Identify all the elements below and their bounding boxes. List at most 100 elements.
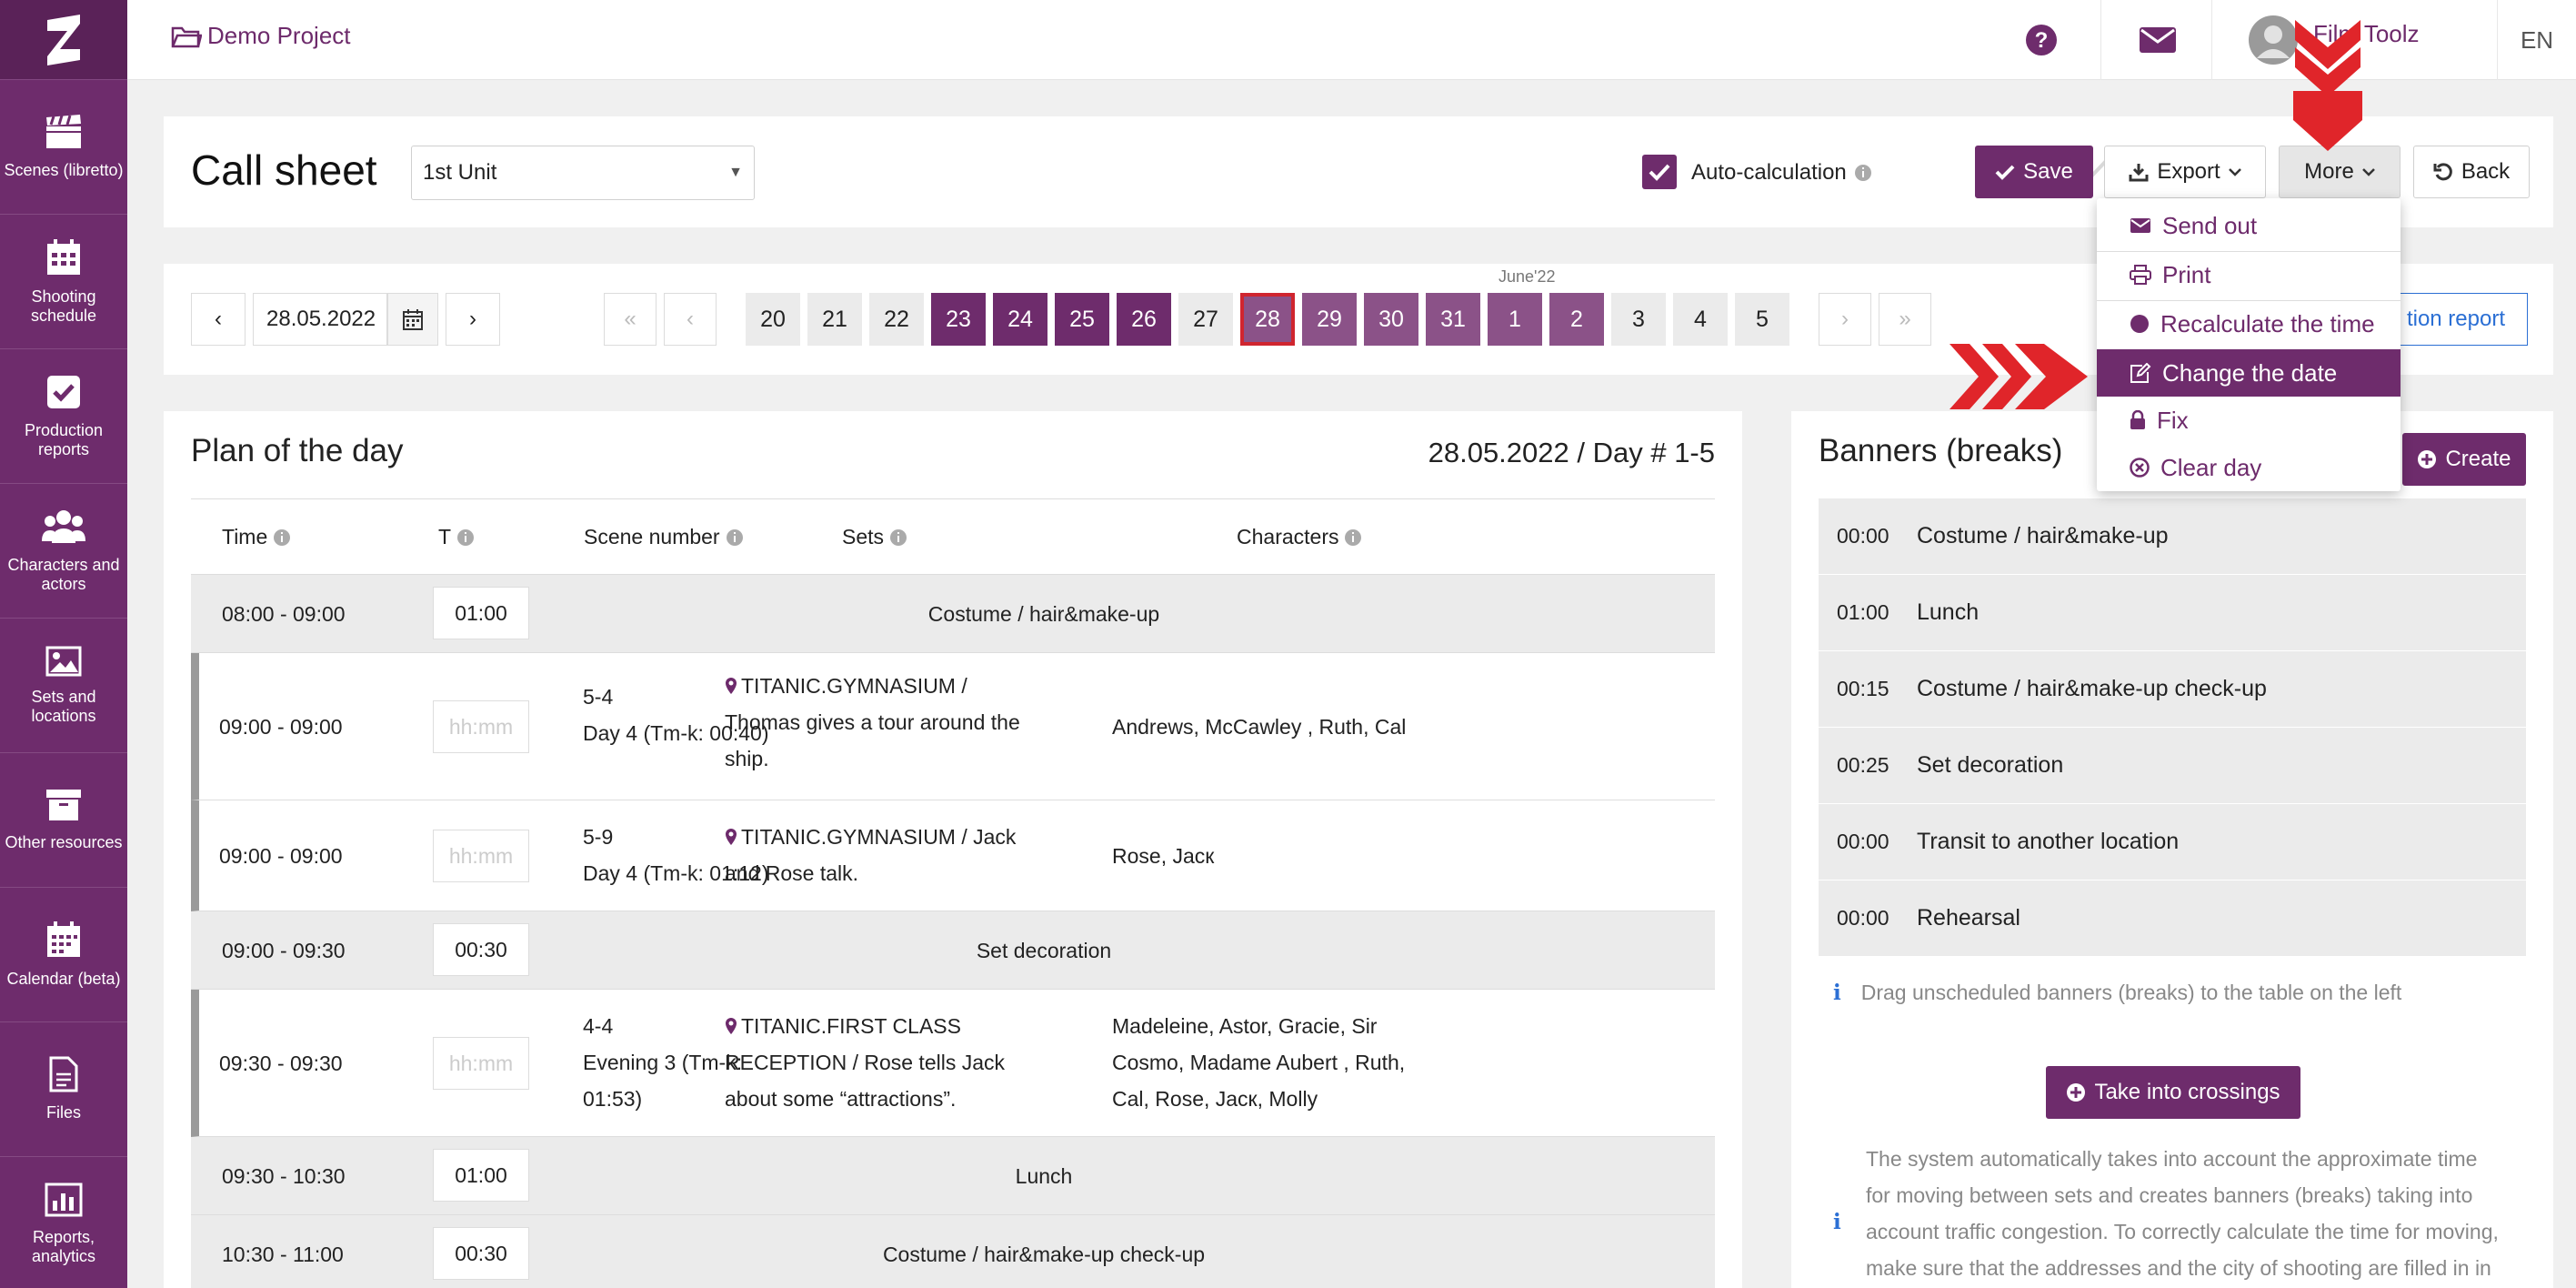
info-i-icon: i (1833, 981, 1841, 1005)
day-23[interactable]: 23 (931, 293, 986, 346)
check-icon (1649, 164, 1670, 181)
scene-number-link[interactable]: 5-9 (583, 819, 613, 855)
table-row-scene[interactable]: 09:00 - 09:00 hh:mm 5-9 Day 4 (Tm-k: 01:… (191, 800, 1715, 911)
info-icon[interactable] (273, 528, 291, 547)
day-28-selected[interactable]: 28 (1240, 293, 1295, 346)
calendar-picker-button[interactable] (387, 293, 438, 346)
prev-date-button[interactable]: ‹ (191, 293, 246, 346)
menu-item-change-date[interactable]: Change the date (2097, 349, 2401, 397)
sidebar-item-calendar[interactable]: Calendar (beta) (0, 888, 127, 1022)
sidebar-item-sets[interactable]: Sets and locations (0, 619, 127, 753)
day-22[interactable]: 22 (869, 293, 924, 346)
sidebar-item-characters[interactable]: Characters and actors (0, 484, 127, 619)
next-page-button[interactable]: › (1819, 293, 1871, 346)
circle-icon (2130, 315, 2149, 333)
banner-item[interactable]: 00:00 Transit to another location (1819, 804, 2526, 880)
menu-item-fix[interactable]: Fix (2097, 397, 2401, 444)
save-button[interactable]: Save (1975, 146, 2093, 198)
duration-input[interactable]: 00:30 (433, 1227, 529, 1280)
day-5[interactable]: 5 (1735, 293, 1789, 346)
sidebar-item-reports[interactable]: Reports, analytics (0, 1157, 127, 1288)
menu-item-recalculate[interactable]: Recalculate the time (2097, 300, 2401, 347)
image-icon (45, 646, 82, 676)
day-2[interactable]: 2 (1549, 293, 1604, 346)
messages-button[interactable] (2104, 0, 2211, 80)
table-row-break[interactable]: 09:30 - 10:30 01:00 Lunch (191, 1137, 1715, 1215)
table-row-scene[interactable]: 09:30 - 09:30 hh:mm 4-4 Evening 3 (Tm-k:… (191, 990, 1715, 1137)
project-link[interactable]: Demo Project (171, 22, 351, 50)
info-icon[interactable] (726, 528, 744, 547)
set-line: Thomas gives a tour around the (725, 710, 1020, 734)
day-25[interactable]: 25 (1055, 293, 1109, 346)
day-27[interactable]: 27 (1178, 293, 1233, 346)
help-button[interactable]: ? (1991, 0, 2091, 80)
table-row-break[interactable]: 10:30 - 11:00 00:30 Costume / hair&make-… (191, 1215, 1715, 1288)
take-into-crossings-label: Take into crossings (2094, 1080, 2280, 1104)
duration-input[interactable]: 01:00 (433, 1149, 529, 1202)
day-20[interactable]: 20 (746, 293, 800, 346)
info-icon[interactable] (1344, 528, 1362, 547)
banner-item[interactable]: 00:25 Set decoration (1819, 728, 2526, 804)
day-1[interactable]: 1 (1488, 293, 1542, 346)
banner-name: Rehearsal (1917, 905, 2020, 931)
map-pin-icon (726, 678, 737, 694)
banner-item[interactable]: 00:00 Rehearsal (1819, 880, 2526, 957)
film-toolz-logo[interactable] (0, 0, 127, 80)
export-button[interactable]: Export (2104, 146, 2266, 198)
sidebar-item-scenes[interactable]: Scenes (libretto) (0, 80, 127, 215)
day-3[interactable]: 3 (1611, 293, 1666, 346)
table-row-break[interactable]: 09:00 - 09:30 00:30 Set decoration (191, 911, 1715, 990)
back-button[interactable]: Back (2413, 146, 2530, 198)
set-line: TITANIC.GYMNASIUM / Jack (741, 825, 1017, 849)
day-30[interactable]: 30 (1364, 293, 1418, 346)
table-row-scene[interactable]: 09:00 - 09:00 hh:mm 5-4 Day 4 (Tm-k: 00:… (191, 653, 1715, 800)
menu-item-clear-day[interactable]: Clear day (2097, 444, 2401, 491)
duration-input[interactable]: hh:mm (433, 700, 529, 753)
banner-item[interactable]: 00:00 Costume / hair&make-up (1819, 498, 2526, 575)
banner-item[interactable]: 01:00 Lunch (1819, 575, 2526, 651)
menu-item-print[interactable]: Print (2097, 251, 2401, 298)
more-button[interactable]: More (2279, 146, 2401, 198)
sidebar-item-files[interactable]: Files (0, 1022, 127, 1157)
unit-select[interactable]: 1st Unit ▼ (411, 146, 755, 200)
drag-hint: i Drag unscheduled banners (breaks) to t… (1833, 981, 2401, 1005)
scene-day-line: 01:53) (583, 1087, 643, 1111)
sidebar-item-production-reports[interactable]: Production reports (0, 349, 127, 484)
info-icon[interactable] (1854, 164, 1872, 182)
date-input[interactable]: 28.05.2022 (253, 293, 387, 346)
banner-time: 00:00 (1837, 524, 1889, 548)
duration-input[interactable]: 01:00 (433, 587, 529, 639)
day-29[interactable]: 29 (1302, 293, 1357, 346)
info-icon[interactable] (456, 528, 475, 547)
characters-line: Madeleine, Astor, Gracie, Sir (1112, 1014, 1378, 1038)
auto-calculation-checkbox[interactable] (1642, 155, 1677, 189)
prev-page-button[interactable]: ‹ (664, 293, 717, 346)
next-date-button[interactable]: › (446, 293, 500, 346)
day-21[interactable]: 21 (807, 293, 862, 346)
day-24[interactable]: 24 (993, 293, 1047, 346)
day-26[interactable]: 26 (1117, 293, 1171, 346)
scene-number-link[interactable]: 5-4 (583, 679, 613, 715)
day-31[interactable]: 31 (1426, 293, 1480, 346)
scene-number-link[interactable]: 4-4 (583, 1008, 613, 1044)
menu-item-label: Print (2162, 260, 2211, 288)
check-square-icon (47, 375, 80, 408)
banner-item[interactable]: 00:15 Costume / hair&make-up check-up (1819, 651, 2526, 728)
note-line: for moving between sets and creates bann… (1866, 1183, 2473, 1207)
menu-item-send-out[interactable]: Send out (2097, 202, 2401, 249)
duration-input[interactable]: hh:mm (433, 830, 529, 882)
folder-icon (171, 26, 202, 47)
day-4[interactable]: 4 (1673, 293, 1728, 346)
table-row-break[interactable]: 08:00 - 09:00 01:00 Costume / hair&make-… (191, 575, 1715, 653)
sidebar-item-other-resources[interactable]: Other resources (0, 753, 127, 888)
take-into-crossings-button[interactable]: Take into crossings (2046, 1066, 2300, 1119)
duration-input[interactable]: 00:30 (433, 923, 529, 976)
create-banner-button[interactable]: Create (2402, 433, 2526, 486)
last-page-button[interactable]: » (1879, 293, 1931, 346)
sidebar-item-shooting-schedule[interactable]: Shooting schedule (0, 215, 127, 349)
duration-input[interactable]: hh:mm (433, 1037, 529, 1090)
characters-line: Cal, Rose, Jacк, Molly (1112, 1087, 1318, 1111)
first-page-button[interactable]: « (604, 293, 657, 346)
info-icon[interactable] (889, 528, 907, 547)
language-switch[interactable]: EN (2501, 0, 2573, 80)
